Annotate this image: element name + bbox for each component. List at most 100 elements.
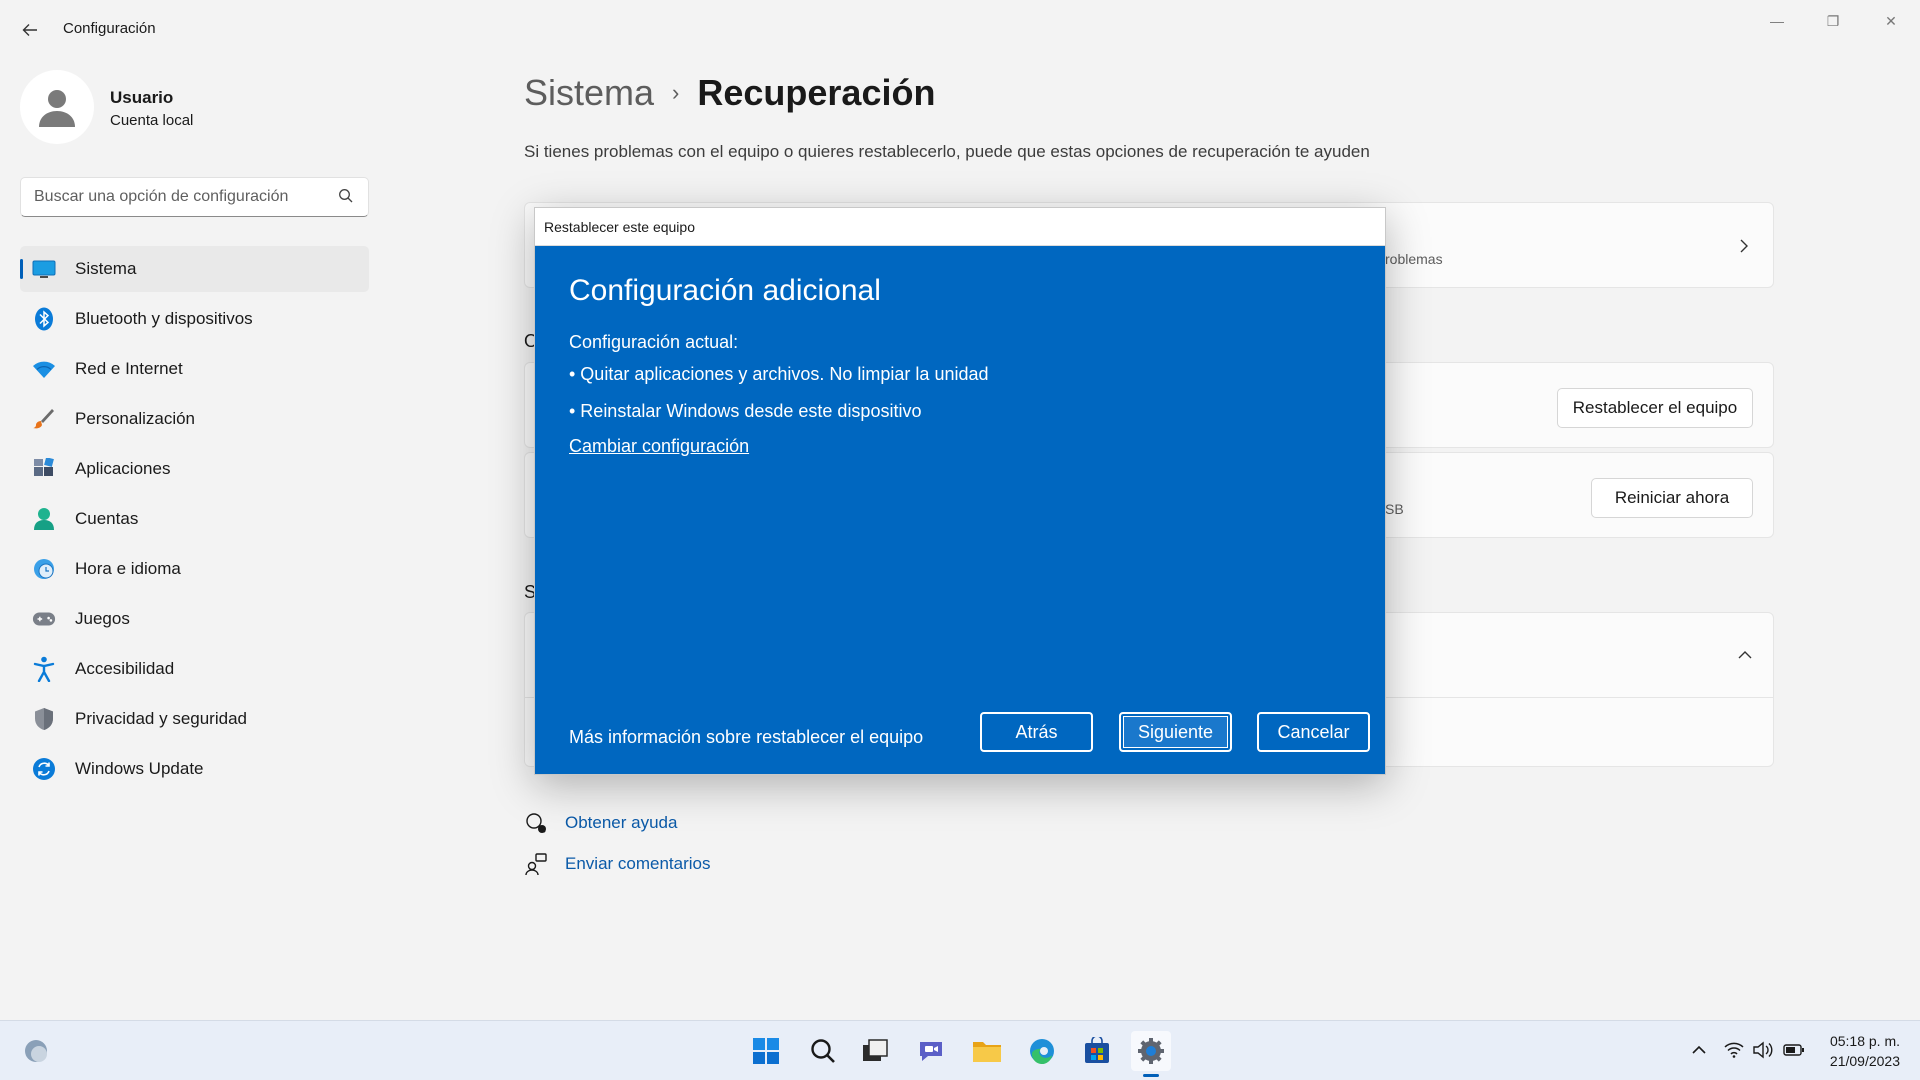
settings-icon bbox=[1138, 1038, 1164, 1064]
feedback-icon bbox=[525, 853, 547, 876]
sidebar-item-accesibilidad[interactable]: Accesibilidad bbox=[20, 646, 369, 692]
chevron-right-icon: › bbox=[672, 80, 680, 105]
taskbar bbox=[0, 1020, 1920, 1080]
close-icon: ✕ bbox=[1885, 12, 1897, 29]
dialog-heading: Configuración adicional bbox=[569, 274, 881, 307]
title-bar: Configuración — ❐ ✕ bbox=[0, 0, 1920, 60]
arrow-left-icon bbox=[22, 24, 37, 36]
chat-button[interactable] bbox=[911, 1031, 951, 1071]
card-description-fragment: roblemas bbox=[1385, 251, 1443, 267]
sidebar-item-label: Windows Update bbox=[75, 759, 204, 778]
edge-button[interactable] bbox=[1022, 1031, 1062, 1071]
volume-icon bbox=[1753, 1041, 1773, 1059]
gamepad-icon bbox=[32, 607, 56, 631]
dialog-window-title: Restablecer este equipo bbox=[544, 219, 695, 235]
chevron-up-icon bbox=[1692, 1045, 1706, 1054]
battery-button[interactable] bbox=[1783, 1039, 1805, 1061]
show-hidden-icons-button[interactable] bbox=[1688, 1039, 1710, 1061]
start-button[interactable] bbox=[746, 1031, 786, 1071]
dialog-title-bar: Restablecer este equipo bbox=[535, 208, 1385, 246]
sidebar-nav: Sistema Bluetooth y dispositivos Red e I… bbox=[20, 246, 369, 796]
sidebar-item-label: Bluetooth y dispositivos bbox=[75, 309, 253, 328]
chevron-right-icon bbox=[1740, 239, 1748, 253]
breadcrumb: Sistema › Recuperación bbox=[524, 72, 935, 114]
apps-icon bbox=[32, 457, 56, 481]
user-profile[interactable]: Usuario Cuenta local bbox=[20, 70, 360, 146]
sidebar-item-label: Personalización bbox=[75, 409, 196, 428]
next-button[interactable]: Siguiente bbox=[1119, 712, 1232, 752]
file-explorer-button[interactable] bbox=[967, 1031, 1007, 1071]
active-app-indicator bbox=[1143, 1074, 1159, 1077]
close-button[interactable]: ✕ bbox=[1868, 6, 1914, 36]
sidebar-item-sistema[interactable]: Sistema bbox=[20, 246, 369, 292]
sidebar-item-label: Sistema bbox=[75, 259, 137, 278]
search-input[interactable] bbox=[34, 188, 334, 206]
clock-time: 05:18 p. m. bbox=[1829, 1033, 1900, 1049]
sidebar-item-bluetooth[interactable]: Bluetooth y dispositivos bbox=[20, 296, 369, 342]
help-icon bbox=[526, 813, 546, 833]
sidebar-item-privacidad[interactable]: Privacidad y seguridad bbox=[20, 696, 369, 742]
time-language-icon bbox=[32, 557, 56, 581]
sidebar-item-hora[interactable]: Hora e idioma bbox=[20, 546, 369, 592]
sidebar-item-label: Juegos bbox=[75, 609, 130, 628]
store-button[interactable] bbox=[1077, 1031, 1117, 1071]
sidebar-item-personalizacion[interactable]: Personalización bbox=[20, 396, 369, 442]
chevron-up-icon bbox=[1738, 651, 1752, 659]
sidebar-item-label: Hora e idioma bbox=[75, 559, 181, 578]
settings-button[interactable] bbox=[1131, 1031, 1171, 1071]
task-view-icon bbox=[863, 1039, 888, 1061]
current-setting-item: • Reinstalar Windows desde este disposit… bbox=[569, 401, 922, 421]
reset-pc-button[interactable]: Restablecer el equipo bbox=[1557, 388, 1753, 428]
breadcrumb-parent[interactable]: Sistema bbox=[524, 72, 654, 114]
person-icon bbox=[39, 90, 75, 127]
volume-button[interactable] bbox=[1752, 1039, 1774, 1061]
sidebar-item-aplicaciones[interactable]: Aplicaciones bbox=[20, 446, 369, 492]
sidebar-item-label: Aplicaciones bbox=[75, 459, 171, 478]
user-name: Usuario bbox=[110, 88, 174, 107]
taskbar-search-button[interactable] bbox=[803, 1031, 843, 1071]
minimize-button[interactable]: — bbox=[1754, 6, 1800, 36]
wifi-icon bbox=[32, 357, 56, 381]
shield-icon bbox=[32, 707, 56, 731]
page-subtitle: Si tienes problemas con el equipo o quie… bbox=[524, 142, 1370, 161]
network-button[interactable] bbox=[1723, 1039, 1745, 1061]
card-description-fragment: SB bbox=[1385, 501, 1404, 517]
cancel-button[interactable]: Cancelar bbox=[1257, 712, 1370, 752]
edge-icon bbox=[1030, 1039, 1054, 1065]
widgets-button[interactable] bbox=[16, 1031, 56, 1071]
send-feedback-label: Enviar comentarios bbox=[565, 854, 711, 873]
windows-update-icon bbox=[32, 757, 56, 781]
sidebar-item-juegos[interactable]: Juegos bbox=[20, 596, 369, 642]
chat-icon bbox=[920, 1042, 942, 1061]
system-clock[interactable]: 05:18 p. m. 21/09/2023 bbox=[1830, 1031, 1900, 1071]
get-help-label: Obtener ayuda bbox=[565, 813, 678, 832]
sidebar-item-label: Red e Internet bbox=[75, 359, 183, 378]
back-button[interactable] bbox=[16, 16, 44, 44]
back-button[interactable]: Atrás bbox=[980, 712, 1093, 752]
brush-icon bbox=[32, 407, 56, 431]
task-view-button[interactable] bbox=[855, 1031, 895, 1071]
reset-pc-dialog: Restablecer este equipo Configuración ad… bbox=[534, 207, 1386, 775]
restore-icon: ❐ bbox=[1826, 12, 1840, 29]
more-info-link[interactable]: Más información sobre restablecer el equ… bbox=[569, 727, 923, 748]
weather-icon bbox=[25, 1040, 47, 1062]
minimize-icon: — bbox=[1770, 13, 1784, 29]
sidebar-item-windows-update[interactable]: Windows Update bbox=[20, 746, 369, 792]
maximize-button[interactable]: ❐ bbox=[1810, 6, 1856, 36]
current-settings-label: Configuración actual: bbox=[569, 332, 739, 352]
sidebar-item-label: Privacidad y seguridad bbox=[75, 709, 247, 728]
accessibility-icon bbox=[32, 656, 56, 682]
restart-now-button[interactable]: Reiniciar ahora bbox=[1591, 478, 1753, 518]
page-title: Recuperación bbox=[697, 72, 936, 113]
sidebar-item-cuentas[interactable]: Cuentas bbox=[20, 496, 369, 542]
bluetooth-icon bbox=[32, 307, 56, 331]
file-explorer-icon bbox=[973, 1042, 1001, 1062]
search-box[interactable] bbox=[20, 177, 369, 217]
account-type: Cuenta local bbox=[110, 112, 194, 129]
change-settings-link[interactable]: Cambiar configuración bbox=[569, 436, 749, 457]
app-title: Configuración bbox=[63, 20, 156, 37]
sidebar-item-label: Accesibilidad bbox=[75, 659, 175, 678]
sidebar-item-red[interactable]: Red e Internet bbox=[20, 346, 369, 392]
search-icon bbox=[811, 1039, 835, 1063]
dialog-body: Configuración adicional Configuración ac… bbox=[535, 246, 1385, 774]
